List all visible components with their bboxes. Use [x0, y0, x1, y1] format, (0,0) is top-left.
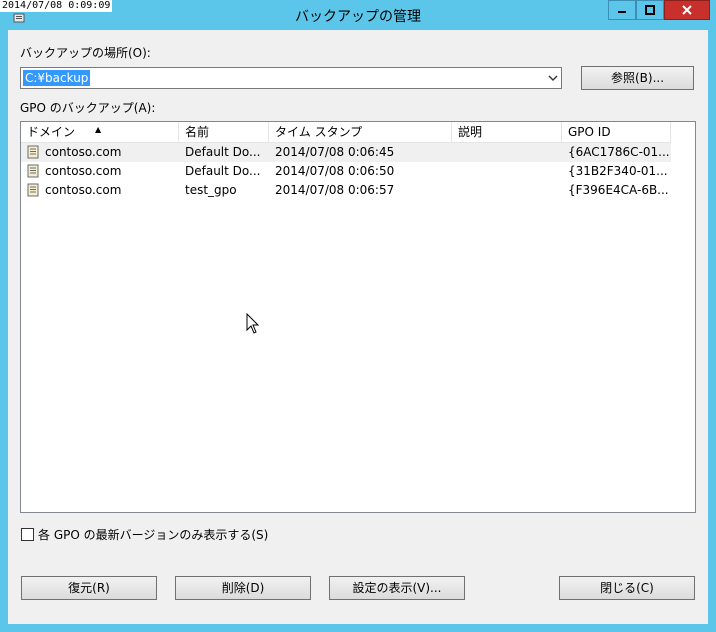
close-icon	[682, 5, 692, 15]
sort-ascending-icon: ▲	[95, 125, 102, 134]
cell-description	[452, 143, 562, 162]
close-button[interactable]: 閉じる(C)	[559, 576, 695, 600]
table-row[interactable]: contoso.com Default Do... 2014/07/08 0:0…	[21, 143, 671, 162]
cell-gpo-id: {F396E4CA-6B...	[568, 183, 669, 197]
gpo-backups-label: GPO のバックアップ(A):	[20, 101, 156, 115]
cell-gpo-id: {6AC1786C-01...	[568, 145, 670, 159]
cell-name: test_gpo	[185, 183, 237, 197]
latest-version-checkbox[interactable]	[21, 528, 34, 541]
restore-button[interactable]: 復元(R)	[21, 576, 157, 600]
browse-button[interactable]: 参照(B)...	[581, 66, 694, 90]
view-settings-button[interactable]: 設定の表示(V)...	[329, 576, 465, 600]
gpo-backup-list[interactable]: ドメイン ▲ 名前 タイム スタンプ 説明 GPO ID contoso.com…	[20, 121, 696, 513]
location-value[interactable]: C:¥backup	[23, 70, 91, 86]
list-header: ドメイン ▲ 名前 タイム スタンプ 説明 GPO ID	[21, 122, 671, 143]
minimize-button[interactable]	[608, 0, 636, 20]
timestamp-overlay: 2014/07/08 0:09:09	[0, 0, 113, 12]
column-header-gpo-id[interactable]: GPO ID	[562, 122, 671, 142]
cell-name: Default Do...	[185, 164, 261, 178]
cell-domain: contoso.com	[45, 145, 122, 159]
table-row[interactable]: contoso.com Default Do... 2014/07/08 0:0…	[21, 162, 671, 181]
location-label: バックアップの場所(O):	[20, 46, 151, 60]
chevron-down-icon[interactable]	[548, 73, 558, 83]
mouse-cursor-icon	[246, 313, 260, 334]
location-combobox[interactable]: C:¥backup	[20, 67, 562, 89]
column-header-label: ドメイン	[27, 125, 76, 139]
cell-description	[452, 162, 562, 181]
dialog-body: バックアップの場所(O): C:¥backup 参照(B)... GPO のバッ…	[8, 30, 708, 624]
cell-gpo-id: {31B2F340-01...	[568, 164, 668, 178]
minimize-icon	[618, 11, 626, 13]
cell-timestamp: 2014/07/08 0:06:45	[275, 145, 395, 159]
column-header-name[interactable]: 名前	[179, 122, 269, 142]
delete-button[interactable]: 削除(D)	[175, 576, 311, 600]
column-header-timestamp[interactable]: タイム スタンプ	[269, 122, 452, 142]
cell-domain: contoso.com	[45, 183, 122, 197]
column-header-domain[interactable]: ドメイン ▲	[21, 122, 179, 142]
cell-description	[452, 181, 562, 200]
column-header-description[interactable]: 説明	[452, 122, 562, 142]
close-window-button[interactable]	[664, 0, 710, 20]
maximize-button[interactable]	[636, 0, 664, 20]
maximize-icon	[645, 5, 655, 15]
cell-timestamp: 2014/07/08 0:06:57	[275, 183, 395, 197]
table-row[interactable]: contoso.com test_gpo 2014/07/08 0:06:57 …	[21, 181, 671, 200]
latest-version-label[interactable]: 各 GPO の最新バージョンのみ表示する(S)	[38, 526, 268, 543]
cell-timestamp: 2014/07/08 0:06:50	[275, 164, 395, 178]
cell-domain: contoso.com	[45, 164, 122, 178]
cell-name: Default Do...	[185, 145, 261, 159]
